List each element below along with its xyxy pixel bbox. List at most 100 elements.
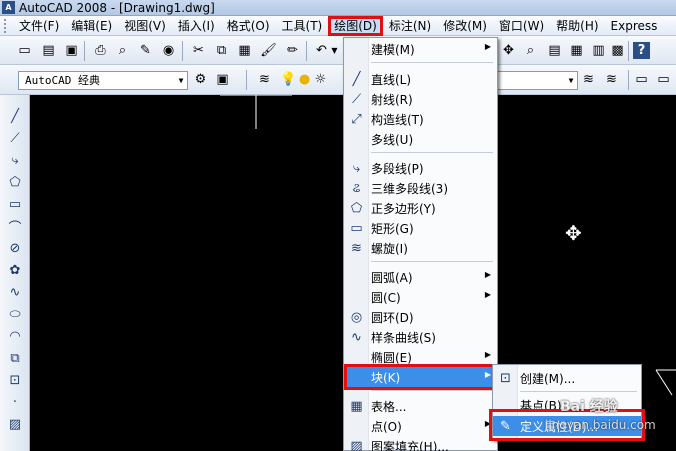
construction-line-icon[interactable]: ⟋ — [6, 129, 24, 147]
menu-item-table[interactable]: ▦ 表格... — [344, 396, 497, 416]
web-icon[interactable]: ◉ — [160, 42, 177, 59]
polygon-icon[interactable]: ⬠ — [6, 173, 24, 191]
open-file-icon[interactable]: ▤ — [40, 42, 57, 59]
menu-bar: 文件(F) 编辑(E) 视图(V) 插入(I) 格式(O) 工具(T) 绘图(D… — [0, 15, 676, 36]
layer-combo[interactable]: ▼ — [490, 71, 578, 90]
polygon-icon: ⬠ — [350, 200, 363, 216]
save-workspace-icon[interactable]: ▣ — [214, 71, 231, 88]
calculator-icon[interactable]: ▩ — [609, 42, 626, 59]
line-icon[interactable]: ╱ — [6, 107, 24, 125]
print-icon[interactable]: ⎙ — [92, 42, 109, 59]
workspace-toolbar: AutoCAD 经典 ▼ ⚙ ▣ ≋ 💡 ● ☼ ▼ ≋ ≋ ▭ ▭ — [0, 65, 676, 95]
title-bar: A AutoCAD 2008 - [Drawing1.dwg] — [0, 0, 676, 16]
menu-item-rectangle[interactable]: ▭ 矩形(G) — [344, 218, 497, 238]
menu-item-ellipse[interactable]: 椭圆(E) ▶ — [344, 347, 497, 367]
hatch-icon[interactable]: ▨ — [6, 415, 24, 433]
polyline-icon: ⤷ — [352, 160, 361, 176]
donut-icon: ◎ — [350, 309, 363, 325]
arc-icon[interactable]: ⌒ — [6, 217, 24, 236]
save-icon[interactable]: ▣ — [63, 42, 80, 59]
toolbar-icon-pan[interactable]: ✥ — [500, 42, 517, 59]
menu-edit[interactable]: 编辑(E) — [65, 16, 118, 36]
revcloud-icon[interactable]: ✿ — [6, 261, 24, 279]
draw-menu: 建模(M) ▶ ╱ 直线(L) ⟋ 射线(R) ⤢ 构造线(T) 多线(U) ⤷… — [343, 37, 498, 451]
new-file-icon[interactable]: ▭ — [16, 42, 33, 59]
draw-toolbar: ╱ ⟋ ⤷ ⬠ ▭ ⌒ ⊘ ✿ ∿ ⬭ ◠ ⧉ ⊡ · ▨ — [0, 95, 30, 451]
color-control-icon[interactable]: ▭ — [633, 71, 650, 88]
menu-item-point[interactable]: 点(O) ▶ — [344, 416, 497, 436]
rectangle-icon[interactable]: ▭ — [6, 195, 24, 213]
menu-tools[interactable]: 工具(T) — [276, 16, 329, 36]
point-icon[interactable]: · — [6, 393, 24, 411]
linetype-control-icon[interactable]: ▭ — [655, 71, 672, 88]
menu-item-circle[interactable]: 圆(C) ▶ — [344, 287, 497, 307]
menu-item-multiline[interactable]: 多线(U) — [344, 129, 497, 149]
menu-item-line[interactable]: ╱ 直线(L) — [344, 69, 497, 89]
3d-polyline-icon: ଌ — [352, 180, 361, 196]
make-layer-current-icon[interactable]: ≋ — [580, 71, 597, 88]
menu-item-block[interactable]: 块(K) ▶ — [344, 367, 497, 387]
menu-insert[interactable]: 插入(I) — [172, 16, 221, 36]
cut-icon[interactable]: ✂ — [190, 42, 207, 59]
layer-lock-icon[interactable]: ☼ — [312, 71, 329, 88]
menu-item-polyline[interactable]: ⤷ 多段线(P) — [344, 158, 497, 178]
menu-dimension[interactable]: 标注(N) — [383, 16, 437, 36]
window-title: AutoCAD 2008 - [Drawing1.dwg] — [19, 0, 215, 15]
menu-draw[interactable]: 绘图(D) — [328, 15, 383, 36]
menu-item-helix[interactable]: ≋ 螺旋(I) — [344, 238, 497, 258]
menubar-grip[interactable] — [4, 18, 10, 33]
hatch-icon: ▨ — [350, 438, 363, 451]
toolbar-icon-zoom[interactable]: ⌕ — [522, 42, 539, 59]
menu-view[interactable]: 视图(V) — [118, 16, 172, 36]
submenu-arrow-icon: ▶ — [484, 350, 491, 359]
circle-icon[interactable]: ⊘ — [6, 239, 24, 257]
line-icon: ╱ — [352, 71, 361, 87]
workspace-settings-icon[interactable]: ⚙ — [192, 71, 209, 88]
print-preview-icon[interactable]: ⌕ — [114, 42, 131, 59]
menu-help[interactable]: 帮助(H) — [550, 16, 604, 36]
menu-file[interactable]: 文件(F) — [13, 16, 65, 36]
toolbar-icon-designcenter[interactable]: ▦ — [568, 42, 585, 59]
polyline-icon[interactable]: ⤷ — [6, 151, 24, 169]
undo-dropdown-icon[interactable]: ▼ — [326, 42, 343, 59]
menu-item-polygon[interactable]: ⬠ 正多边形(Y) — [344, 198, 497, 218]
submenu-arrow-icon: ▶ — [484, 419, 491, 428]
block-editor-icon[interactable]: ✏ — [284, 42, 301, 59]
menu-item-donut[interactable]: ◎ 圆环(D) — [344, 307, 497, 327]
menu-item-spline[interactable]: ∿ 样条曲线(S) — [344, 327, 497, 347]
autocad-window: A AutoCAD 2008 - [Drawing1.dwg] 文件(F) 编辑… — [0, 0, 676, 451]
menu-item-arc[interactable]: 圆弧(A) ▶ — [344, 267, 497, 287]
match-properties-icon[interactable]: 🖌 — [260, 42, 277, 59]
menu-item-3d-polyline[interactable]: ଌ 三维多段线(3) — [344, 178, 497, 198]
layer-previous-icon[interactable]: ≋ — [603, 71, 620, 88]
copy-icon[interactable]: ⧉ — [213, 42, 230, 59]
toolbar-icon-properties[interactable]: ▤ — [546, 42, 563, 59]
menu-express[interactable]: Express — [605, 16, 664, 36]
layer-on-icon[interactable]: 💡 — [280, 71, 297, 88]
paste-icon[interactable]: ▦ — [236, 42, 253, 59]
menu-window[interactable]: 窗口(W) — [493, 16, 550, 36]
standard-toolbar: ▭ ▤ ▣ ⎙ ⌕ ✎ ◉ ✂ ⧉ ▦ 🖌 ✏ ↶ ▼ ✥ ⌕ ▤ ▦ ▥ ▩ … — [0, 36, 676, 65]
workspace-combo[interactable]: AutoCAD 经典 ▼ — [18, 71, 188, 90]
insert-block-icon[interactable]: ⧉ — [6, 349, 24, 367]
menu-item-ray[interactable]: ⟋ 射线(R) — [344, 89, 497, 109]
submenu-arrow-icon: ▶ — [484, 290, 491, 299]
chevron-down-icon: ▼ — [568, 76, 574, 85]
menu-modify[interactable]: 修改(M) — [437, 16, 493, 36]
submenu-arrow-icon: ▶ — [484, 370, 491, 379]
toolbar-icon-toolpalette[interactable]: ▥ — [590, 42, 607, 59]
menu-format[interactable]: 格式(O) — [221, 16, 276, 36]
menu-item-modeling[interactable]: 建模(M) ▶ — [344, 39, 497, 59]
layer-freeze-icon[interactable]: ● — [296, 71, 313, 88]
submenu-arrow-icon: ▶ — [484, 270, 491, 279]
ellipse-arc-icon[interactable]: ◠ — [6, 327, 24, 345]
publish-icon[interactable]: ✎ — [137, 42, 154, 59]
help-icon[interactable]: ? — [633, 42, 650, 59]
menu-item-construction-line[interactable]: ⤢ 构造线(T) — [344, 109, 497, 129]
menu-item-hatch[interactable]: ▨ 图案填充(H)... — [344, 436, 497, 451]
submenu-item-create[interactable]: ⊡ 创建(M)... — [493, 368, 641, 388]
ellipse-icon[interactable]: ⬭ — [6, 305, 24, 323]
spline-icon[interactable]: ∿ — [6, 283, 24, 301]
make-block-icon[interactable]: ⊡ — [6, 371, 24, 389]
layer-properties-icon[interactable]: ≋ — [256, 71, 273, 88]
